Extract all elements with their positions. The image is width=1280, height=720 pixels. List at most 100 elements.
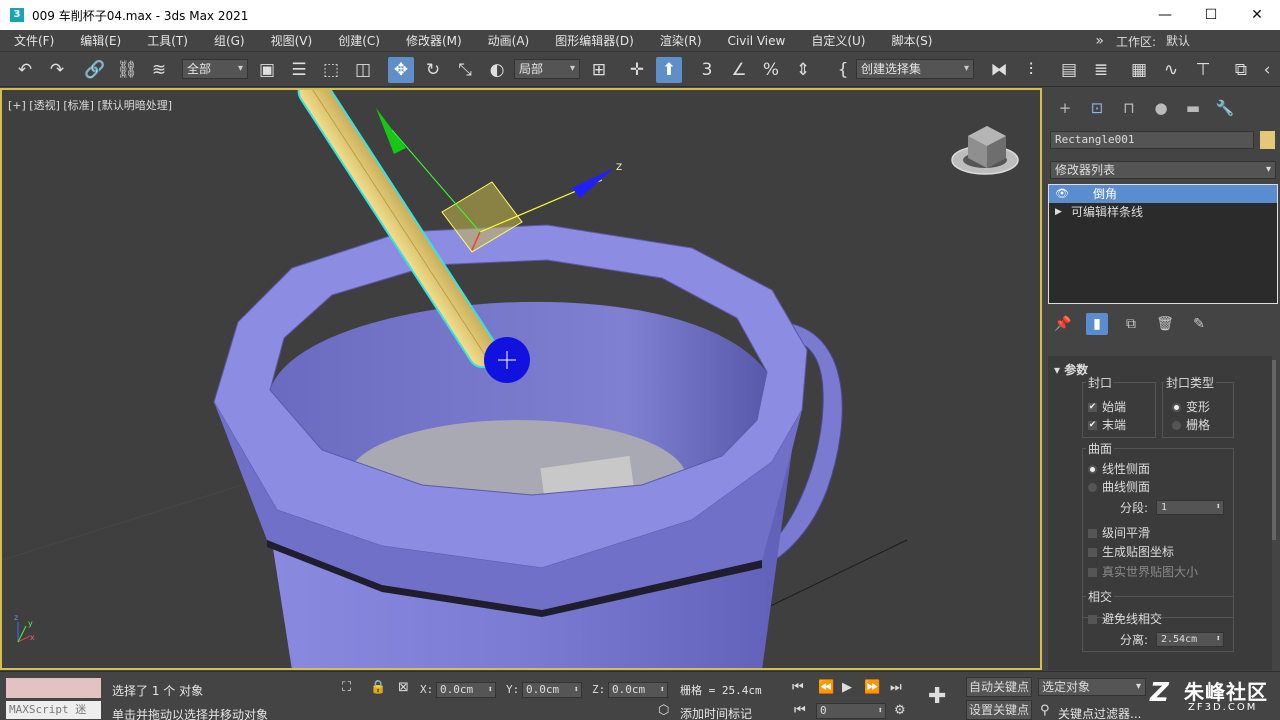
expand-triangle-icon[interactable]: ▶ xyxy=(1055,203,1062,221)
maxscript-listener-output[interactable]: MAXScript 迷 xyxy=(6,701,101,719)
display-tab-icon[interactable]: ▬ xyxy=(1182,97,1204,119)
create-tab-icon[interactable]: + xyxy=(1054,97,1076,119)
rollout-title[interactable]: ▾ 参数 xyxy=(1054,361,1088,378)
prev-frame-icon[interactable]: ⏪ xyxy=(818,680,834,695)
menu-scripting[interactable]: 脚本(S) xyxy=(877,32,944,49)
curved-sides-radio[interactable]: 曲线侧面 xyxy=(1088,478,1150,495)
select-by-name-icon[interactable]: ☰ xyxy=(286,57,312,83)
maxscript-listener-input[interactable] xyxy=(6,678,101,698)
y-coord-field[interactable]: 0.0cm xyxy=(522,682,582,698)
redo-icon[interactable]: ↷ xyxy=(44,57,70,83)
object-color-swatch[interactable] xyxy=(1260,131,1275,149)
manipulate-icon[interactable]: ✛ xyxy=(624,57,650,83)
menu-customize[interactable]: 自定义(U) xyxy=(797,32,877,49)
make-unique-icon[interactable]: ⧉ xyxy=(1120,313,1142,335)
select-scale-icon[interactable]: ⤡ xyxy=(452,57,478,83)
linear-sides-radio[interactable]: 线性侧面 xyxy=(1088,460,1150,477)
menu-overflow-icon[interactable]: » xyxy=(1095,33,1104,49)
select-move-icon[interactable]: ✥ xyxy=(388,57,414,83)
isolate-selection-icon[interactable]: ⛶ xyxy=(342,680,351,695)
next-frame-icon[interactable]: ⏩ xyxy=(864,680,880,695)
menu-rendering[interactable]: 渲染(R) xyxy=(646,32,714,49)
set-key-big-icon[interactable]: ✚ xyxy=(928,684,946,709)
selection-lock-icon[interactable]: 🔒 xyxy=(370,680,386,695)
object-name-field[interactable]: Rectangle001 xyxy=(1050,131,1254,149)
menu-views[interactable]: 视图(V) xyxy=(257,32,325,49)
keep-lines-apart-checkbox[interactable]: 避免线相交 xyxy=(1088,610,1162,627)
gen-map-coords-checkbox[interactable]: 生成贴图坐标 xyxy=(1088,543,1174,560)
menu-civil-view[interactable]: Civil View xyxy=(714,34,798,48)
ref-coord-dropdown[interactable]: 局部 xyxy=(514,59,580,79)
stack-item-bevel[interactable]: 👁 倒角 xyxy=(1049,185,1277,203)
material-editor-icon[interactable]: ⧉ xyxy=(1228,57,1254,83)
placement-icon[interactable]: ◐ xyxy=(484,57,510,83)
motion-tab-icon[interactable]: ● xyxy=(1150,97,1172,119)
spinner-snap-icon[interactable]: ⇕ xyxy=(790,57,816,83)
link-icon[interactable]: 🔗 xyxy=(82,57,108,83)
render-setup-icon[interactable]: ‹ xyxy=(1256,57,1278,83)
select-object-icon[interactable]: ▣ xyxy=(254,57,280,83)
align-icon[interactable]: ⫶ xyxy=(1018,57,1044,83)
key-mode-dropdown[interactable]: 选定对象 xyxy=(1038,678,1146,696)
menu-create[interactable]: 创建(C) xyxy=(324,32,392,49)
undo-icon[interactable]: ↶ xyxy=(12,57,38,83)
smooth-across-levels-checkbox[interactable]: 级间平滑 xyxy=(1088,524,1150,541)
curve-editor-icon[interactable]: ∿ xyxy=(1158,57,1184,83)
angle-snap-icon[interactable]: ∠ xyxy=(726,57,752,83)
menu-tools[interactable]: 工具(T) xyxy=(133,32,200,49)
snap-3d-icon[interactable]: 3 xyxy=(694,57,720,83)
time-config-icon[interactable]: ⚙ xyxy=(894,703,906,718)
add-time-tag[interactable]: 添加时间标记 xyxy=(680,705,752,720)
eye-icon[interactable]: 👁 xyxy=(1055,185,1069,203)
edit-named-sets-icon[interactable]: { xyxy=(830,57,856,83)
minimize-button[interactable]: — xyxy=(1142,0,1188,30)
time-tag-icon[interactable]: ⬡ xyxy=(658,703,669,718)
pin-stack-icon[interactable]: 📌 xyxy=(1052,313,1074,335)
named-selection-dropdown[interactable]: 创建选择集 xyxy=(856,59,974,79)
close-button[interactable]: ✕ xyxy=(1234,0,1280,30)
modifier-list-dropdown[interactable]: 修改器列表 xyxy=(1050,161,1276,179)
separation-spinner[interactable]: 2.54cm xyxy=(1156,632,1224,647)
pivot-icon[interactable]: ⊞ xyxy=(586,57,612,83)
segments-spinner[interactable]: 1 xyxy=(1156,500,1224,515)
menu-group[interactable]: 组(G) xyxy=(200,32,257,49)
maximize-button[interactable]: ☐ xyxy=(1188,0,1234,30)
schematic-icon[interactable]: ⊤ xyxy=(1190,57,1216,83)
viewport-label[interactable]: [+] [透视] [标准] [默认明暗处理] xyxy=(8,97,172,113)
menu-edit[interactable]: 编辑(E) xyxy=(66,32,133,49)
cap-grid-radio[interactable]: 栅格 xyxy=(1172,416,1210,433)
layers-icon[interactable]: ▤ xyxy=(1056,57,1082,83)
stack-item-editable-spline[interactable]: ▶ 可编辑样条线 xyxy=(1049,203,1277,221)
key-filters-icon[interactable]: ⚲ xyxy=(1040,703,1050,718)
workspace-dropdown[interactable]: 默认 xyxy=(1162,32,1280,50)
selection-filter-dropdown[interactable]: 全部 xyxy=(182,59,248,79)
play-icon[interactable]: ▶ xyxy=(842,680,852,695)
scene-explorer-icon[interactable]: ≣ xyxy=(1088,57,1114,83)
real-world-map-checkbox[interactable]: 真实世界贴图大小 xyxy=(1088,563,1198,580)
remove-modifier-icon[interactable]: 🗑 xyxy=(1154,313,1176,335)
percent-snap-icon[interactable]: % xyxy=(758,57,784,83)
ribbon-icon[interactable]: ▦ xyxy=(1126,57,1152,83)
auto-key-button[interactable]: 自动关键点 xyxy=(966,677,1032,697)
utilities-tab-icon[interactable]: 🔧 xyxy=(1214,97,1236,119)
show-end-result-icon[interactable]: ▮ xyxy=(1086,313,1108,335)
menu-modifiers[interactable]: 修改器(M) xyxy=(392,32,474,49)
key-mode-icon[interactable]: ⏮ xyxy=(794,703,806,718)
keyboard-shortcut-override-icon[interactable]: ⬆ xyxy=(656,57,682,83)
perspective-viewport[interactable]: [+] [透视] [标准] [默认明暗处理] Z z y x xyxy=(0,88,1042,670)
absolute-mode-icon[interactable]: ⊠ xyxy=(398,680,409,695)
z-coord-field[interactable]: 0.0cm xyxy=(608,682,668,698)
x-coord-field[interactable]: 0.0cm xyxy=(436,682,496,698)
cap-start-checkbox[interactable]: ✔ 始端 xyxy=(1088,398,1126,415)
menu-animation[interactable]: 动画(A) xyxy=(474,32,542,49)
bind-spacewarp-icon[interactable]: ≋ xyxy=(146,57,172,83)
select-rotate-icon[interactable]: ↻ xyxy=(420,57,446,83)
command-panel-scrollbar[interactable] xyxy=(1272,360,1276,540)
rect-region-icon[interactable]: ⬚ xyxy=(318,57,344,83)
hierarchy-tab-icon[interactable]: ⊓ xyxy=(1118,97,1140,119)
cap-morph-radio[interactable]: 变形 xyxy=(1172,398,1210,415)
unlink-icon[interactable]: ⛓ xyxy=(114,57,140,83)
window-crossing-icon[interactable]: ◫ xyxy=(350,57,376,83)
current-frame-field[interactable]: 0 xyxy=(816,703,886,719)
configure-modifier-sets-icon[interactable]: ✎ xyxy=(1188,313,1210,335)
